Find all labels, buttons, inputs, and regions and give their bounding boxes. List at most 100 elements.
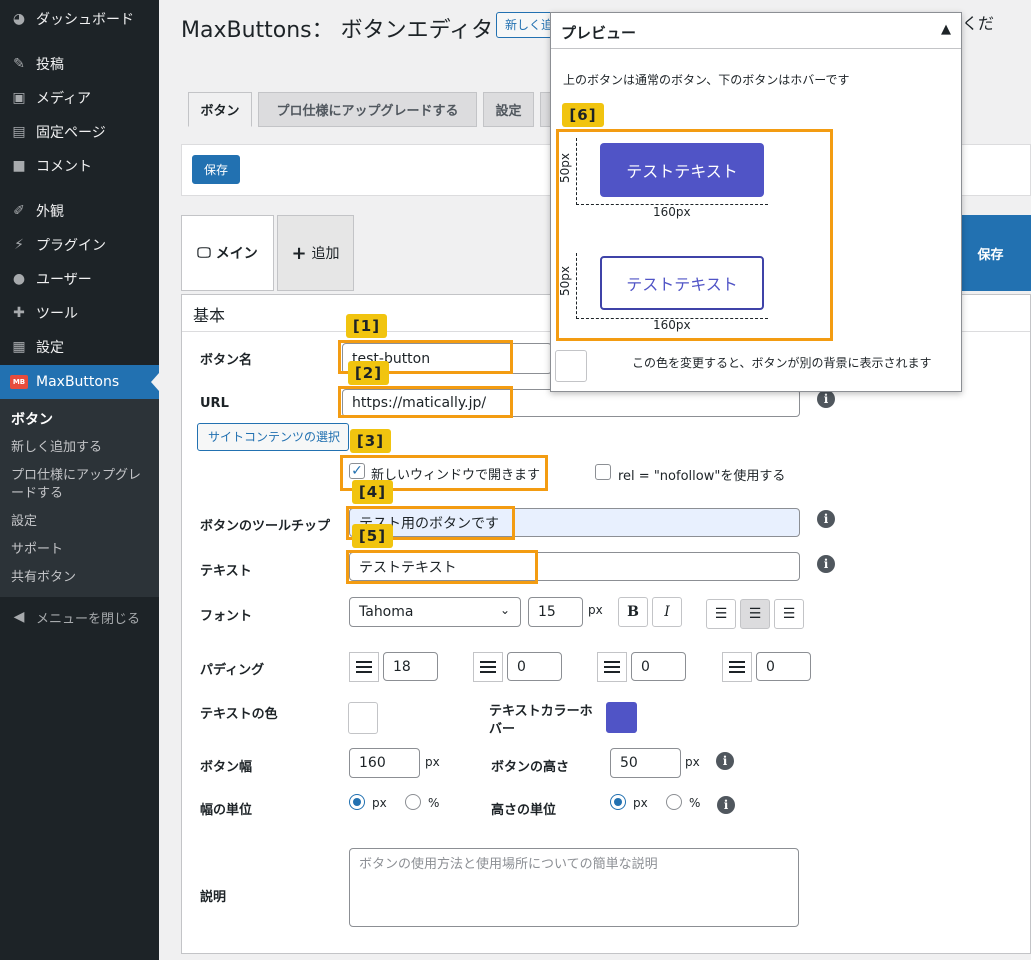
submenu-share[interactable]: 共有ボタン [11,569,151,587]
maxbuttons-logo: MB [10,375,28,389]
label-font: フォント [200,609,253,624]
plug-icon: ⚡ [14,237,24,253]
width-unit-percent-label: % [428,796,440,810]
label-tooltip: ボタンのツールチップ [200,519,331,534]
text-color-hover-swatch[interactable] [606,702,637,733]
nav-media[interactable]: ▣ メディア [0,81,159,115]
padding-top-input[interactable]: 18 [383,652,438,681]
align-right-icon: ☰ [782,606,796,622]
label-url: URL [200,396,229,411]
user-icon: ● [12,271,26,287]
label-button-height: ボタンの高さ [491,760,570,775]
admin-sidebar: ◕ ダッシュボード ✎ 投稿 ▣ メディア ▤ 固定ページ ■ コメント ✐ 外観 ⚡ プラグ… [0,0,159,960]
annotation-box-5 [346,550,538,584]
pin-icon: ✎ [13,56,25,72]
label-text-color: テキストの色 [200,707,278,722]
plus-icon: + [291,242,307,264]
site-content-select-button[interactable]: サイトコンテンツの選択 [197,423,349,451]
label-text-color-hover: テキストカラーホバー [489,704,593,737]
dashboard-icon: ◕ [12,11,26,27]
padding-left-input[interactable]: 0 [756,652,811,681]
nav-maxbuttons[interactable]: MB MaxButtons [0,365,159,399]
preview-hover-button[interactable]: テストテキスト [600,256,764,310]
header-tail-text: くだ [962,14,995,33]
info-icon-url[interactable]: i [817,390,835,408]
normal-width-dim: 160px [653,205,691,219]
info-icon-height[interactable]: i [716,752,734,770]
normal-height-dim: 50px [558,153,572,183]
label-text: テキスト [200,564,252,579]
submenu-buttons[interactable]: ボタン [11,411,151,429]
preview-popup: プレビュー ▲ 上のボタンは通常のボタン、下のボタンはホバーです [6] テスト… [550,12,962,392]
info-icon-text[interactable]: i [817,555,835,573]
wrench-icon: ✚ [13,305,25,321]
preview-background-note: この色を変更すると、ボタンが別の背景に表示されます [632,356,932,370]
nav-pages[interactable]: ▤ 固定ページ [0,115,159,149]
tab-main[interactable]: 🖵 メイン [181,215,274,291]
label-description: 説明 [200,890,227,905]
width-unit-px-radio[interactable] [349,794,365,810]
submenu-settings[interactable]: 設定 [11,513,151,531]
nav-appearance[interactable]: ✐ 外観 [0,194,159,228]
label-padding: パディング [200,663,265,678]
submenu-support[interactable]: サポート [11,541,151,559]
nav-tools[interactable]: ✚ ツール [0,296,159,330]
preview-normal-button[interactable]: テストテキスト [600,143,764,197]
nav-comments[interactable]: ■ コメント [0,149,159,183]
tab-settings[interactable]: 設定 [483,92,534,127]
collapse-icon: ◀ [13,609,25,625]
nofollow-checkbox[interactable] [595,464,611,480]
font-select[interactable]: Tahoma ⌄ [349,597,521,627]
maxbuttons-submenu: ボタン 新しく追加する プロ仕様にアップグレードする 設定 サポート 共有ボタン [0,399,159,597]
nav-dashboard[interactable]: ◕ ダッシュボード [0,2,159,36]
italic-button[interactable]: I [652,597,682,627]
save-button-top[interactable]: 保存 [192,155,240,184]
nav-users[interactable]: ● ユーザー [0,262,159,296]
align-left-icon: ☰ [714,606,728,622]
annotation-tag-6: [6] [562,103,604,127]
font-size-input[interactable]: 15 [528,597,583,627]
hover-height-dim: 50px [558,266,572,296]
info-icon-tooltip[interactable]: i [817,510,835,528]
tab-upgrade[interactable]: プロ仕様にアップグレードする [258,92,477,127]
label-button-width: ボタン幅 [200,760,253,775]
submenu-add-new[interactable]: 新しく追加する [11,439,151,457]
description-textarea[interactable]: ボタンの使用方法と使用場所についての簡単な説明 [349,848,799,927]
collapse-menu[interactable]: ◀ メニューを閉じる [0,600,159,634]
text-color-swatch[interactable] [348,702,378,734]
nav-posts[interactable]: ✎ 投稿 [0,47,159,81]
submenu-upgrade[interactable]: プロ仕様にアップグレードする [11,467,151,503]
height-unit-percent-label: % [689,796,701,810]
align-center-button[interactable]: ☰ [740,599,770,629]
preview-background-swatch[interactable] [555,350,587,382]
collapse-triangle-icon[interactable]: ▲ [941,22,951,37]
preview-header[interactable]: プレビュー ▲ [551,13,961,49]
nav-settings[interactable]: ▦ 設定 [0,330,159,364]
tab-add[interactable]: + 追加 [277,215,354,291]
button-width-input[interactable]: 160 [349,748,420,778]
annotation-box-2 [338,386,513,418]
add-new-button[interactable]: 新しく追加する [496,12,558,38]
padding-bottom-input[interactable]: 0 [631,652,686,681]
label-width-unit: 幅の単位 [200,803,253,818]
brush-icon: ✐ [13,203,25,219]
align-right-button[interactable]: ☰ [774,599,804,629]
bold-button[interactable]: B [618,597,648,627]
height-unit-px-label: px [633,796,648,810]
nav-plugins[interactable]: ⚡ プラグイン [0,228,159,262]
button-height-input[interactable]: 50 [610,748,681,778]
save-button-side[interactable]: 保存 [950,215,1031,291]
info-icon-height-unit[interactable]: i [717,796,735,814]
padding-right-input[interactable]: 0 [507,652,562,681]
font-size-unit: px [588,603,603,617]
padding-bottom-icon [597,652,627,682]
align-left-button[interactable]: ☰ [706,599,736,629]
annotation-tag-2: [2] [348,361,389,385]
height-unit-px-radio[interactable] [610,794,626,810]
width-unit: px [425,755,440,769]
tab-buttons[interactable]: ボタン [188,92,252,127]
height-unit-percent-radio[interactable] [666,794,682,810]
media-icon: ▣ [12,90,26,106]
width-unit-percent-radio[interactable] [405,794,421,810]
hover-width-dim: 160px [653,318,691,332]
